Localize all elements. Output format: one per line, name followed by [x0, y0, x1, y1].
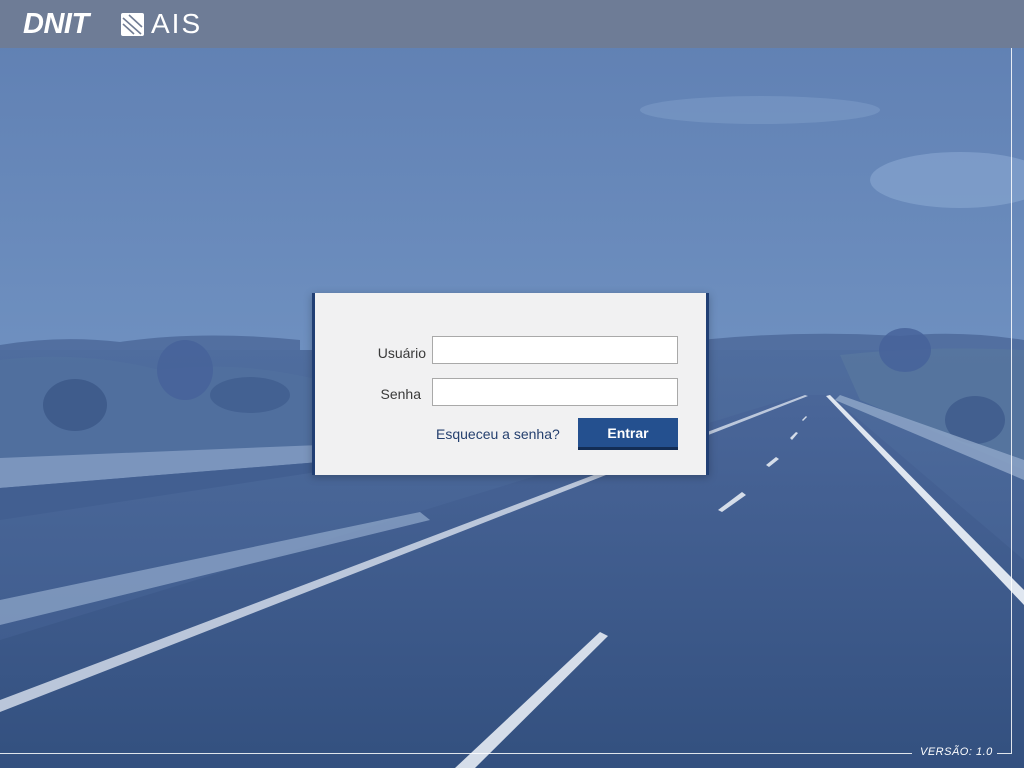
- frame-line-bottom-left: [0, 753, 912, 754]
- ais-logo-text: AIS: [151, 8, 203, 39]
- top-bar: DNIT AIS: [0, 0, 1024, 48]
- version-label: VERSÃO: 1.0: [920, 746, 993, 758]
- password-input[interactable]: [432, 378, 678, 406]
- frame-line-vertical: [1011, 48, 1012, 753]
- username-label: Usuário: [377, 345, 426, 361]
- login-submit-button[interactable]: Entrar: [578, 418, 678, 450]
- forgot-password-link[interactable]: Esqueceu a senha?: [436, 426, 560, 442]
- username-input[interactable]: [432, 336, 678, 364]
- dnit-logo: DNIT: [23, 8, 89, 40]
- password-label: Senha: [380, 386, 421, 402]
- frame-line-bottom-right: [997, 753, 1012, 754]
- ais-logo: AIS: [121, 8, 203, 39]
- ais-logo-mark-icon: [121, 12, 144, 36]
- login-form: Usuário Senha Esqueceu a senha? Entrar: [312, 293, 709, 475]
